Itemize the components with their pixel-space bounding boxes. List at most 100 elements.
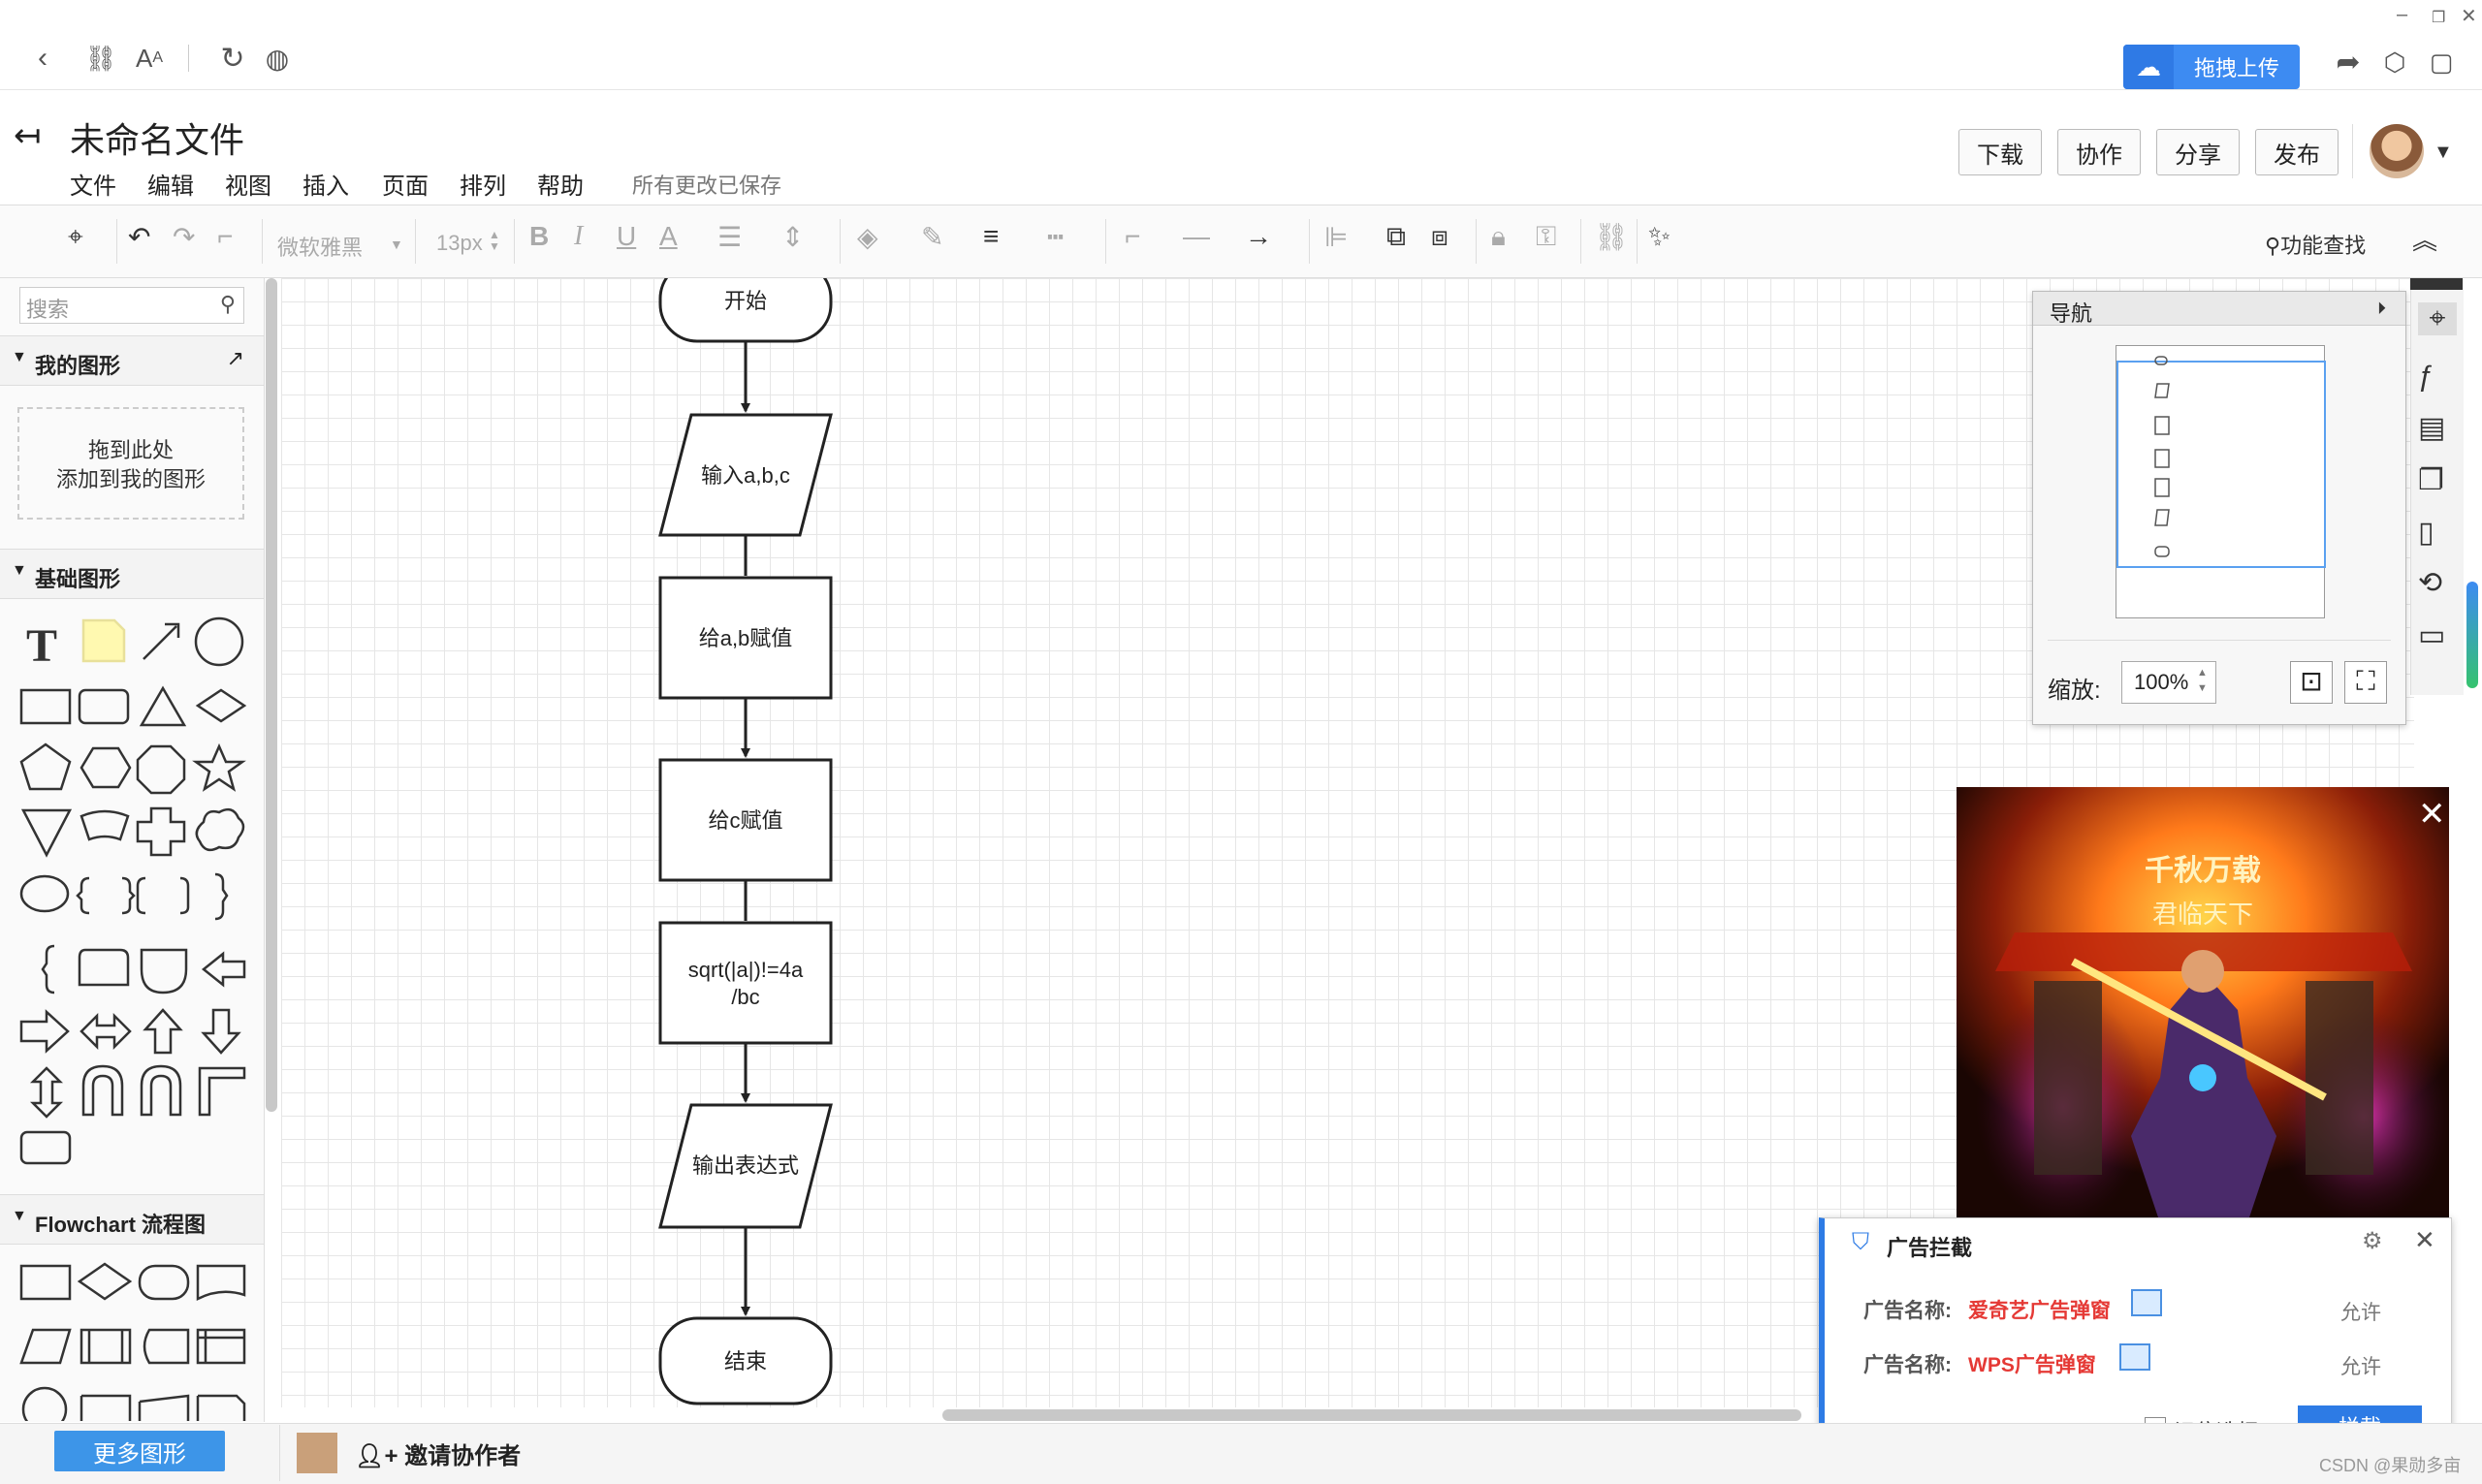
- restore-icon[interactable]: ❐: [2432, 8, 2445, 27]
- back-icon[interactable]: ‹: [23, 39, 62, 78]
- history-icon[interactable]: ⟲: [2418, 566, 2442, 600]
- ad-name-label: 广告名称:: [1863, 1354, 1952, 1376]
- menu-file[interactable]: 文件: [70, 167, 116, 201]
- save-status: 所有更改已保存: [632, 174, 782, 198]
- node-label: /bc: [731, 985, 759, 1009]
- share-arrow-icon[interactable]: ➦: [2329, 43, 2368, 81]
- font-size-icon[interactable]: AA: [130, 39, 169, 78]
- menu-view[interactable]: 视图: [225, 167, 271, 201]
- download-button[interactable]: 下载: [1958, 129, 2042, 175]
- avatar[interactable]: [2370, 124, 2424, 178]
- publish-button[interactable]: 发布: [2255, 129, 2339, 175]
- line-dash-icon[interactable]: ┅: [1047, 221, 1064, 253]
- gear-icon[interactable]: ⚙: [2362, 1227, 2383, 1255]
- allow-option[interactable]: 允许: [2340, 1351, 2381, 1380]
- pages-icon[interactable]: ❐: [2418, 463, 2444, 497]
- link-icon[interactable]: ⛓: [1594, 221, 1629, 253]
- ad-popup-image[interactable]: 千秋万载 君临天下: [1957, 787, 2449, 1223]
- presentation-icon[interactable]: ⊡: [2290, 661, 2333, 704]
- comment-icon[interactable]: ▭: [2418, 618, 2445, 652]
- document-title[interactable]: 未命名文件: [70, 112, 244, 163]
- fill-color-icon[interactable]: ◈: [857, 221, 878, 253]
- divider: [1476, 219, 1477, 264]
- magic-wand-icon[interactable]: ✨︎: [1648, 221, 1671, 253]
- right-scrollbar[interactable]: [2466, 582, 2478, 688]
- menu-insert[interactable]: 插入: [302, 167, 349, 201]
- stepper-icon[interactable]: ▲ ▼: [489, 229, 500, 252]
- drag-upload-button[interactable]: ☁ 拖拽上传: [2123, 45, 2300, 89]
- collapse-icon[interactable]: ︽: [2412, 221, 2437, 257]
- file-icon[interactable]: ▢: [2422, 43, 2461, 81]
- arrow-style-icon[interactable]: →: [1245, 221, 1272, 252]
- shield-icon: ⛉: [1852, 1229, 1869, 1255]
- line-style-icon[interactable]: —: [1183, 221, 1210, 252]
- share-button[interactable]: 分享: [2156, 129, 2240, 175]
- menu-help[interactable]: 帮助: [537, 167, 584, 201]
- invite-label: 邀请协作者: [404, 1443, 522, 1469]
- browser-toolbar: [0, 0, 2482, 90]
- divider: [1105, 219, 1106, 264]
- unlock-icon[interactable]: ⚿: [1536, 221, 1556, 253]
- function-search-label: 功能查找: [2280, 234, 2367, 258]
- image-icon[interactable]: [2131, 1289, 2162, 1316]
- link-icon[interactable]: ⛓: [81, 39, 120, 78]
- align-icon[interactable]: ☰: [717, 221, 742, 253]
- bring-front-icon[interactable]: ⧉: [1386, 221, 1406, 253]
- globe-icon[interactable]: ◍: [258, 39, 297, 78]
- zoom-stepper-icon[interactable]: ▲ ▼: [2197, 665, 2208, 696]
- redo-icon[interactable]: ↷: [173, 221, 195, 253]
- navigator-icon[interactable]: ⌖: [2418, 302, 2457, 335]
- zoom-value: 100%: [2134, 670, 2189, 694]
- close-icon[interactable]: ✕: [2461, 4, 2477, 28]
- more-shapes-button[interactable]: 更多图形: [54, 1431, 225, 1471]
- menu-page[interactable]: 页面: [382, 167, 429, 201]
- undo-icon[interactable]: ↶: [128, 221, 150, 253]
- back-arrow-icon[interactable]: ↤: [14, 116, 42, 155]
- fit-screen-icon[interactable]: ⛶: [2344, 661, 2387, 704]
- font-color-icon[interactable]: A: [659, 221, 678, 252]
- minimize-icon[interactable]: –: [2397, 4, 2407, 26]
- data-icon[interactable]: ▤: [2418, 411, 2445, 445]
- invite-collaborator[interactable]: 👤︎+ 邀请协作者: [355, 1437, 521, 1470]
- align-objects-icon[interactable]: ⊫: [1324, 221, 1348, 253]
- formula-icon[interactable]: ƒ: [2418, 361, 2434, 394]
- ad-close-icon[interactable]: ✕: [2418, 795, 2446, 834]
- avatar[interactable]: [297, 1433, 337, 1473]
- divider: [279, 1425, 280, 1481]
- node-label: 输出表达式: [692, 1153, 799, 1178]
- cloud-icon: ☁: [2123, 45, 2174, 89]
- collapse-right-icon[interactable]: ⏵: [2377, 299, 2386, 319]
- menu-arrange[interactable]: 排列: [460, 167, 506, 201]
- divider: [840, 219, 841, 264]
- allow-option[interactable]: 允许: [2340, 1297, 2381, 1326]
- connector-icon[interactable]: ⌐: [1125, 221, 1140, 252]
- format-painter-icon[interactable]: ⌐: [217, 221, 233, 252]
- nav-viewport[interactable]: [2116, 361, 2326, 568]
- line-color-icon[interactable]: ✎: [921, 221, 943, 253]
- cube-icon[interactable]: ⬡: [2375, 43, 2414, 81]
- divider: [1309, 219, 1310, 264]
- chevron-down-icon[interactable]: ▼: [390, 237, 403, 252]
- line-width-icon[interactable]: ≡: [983, 221, 999, 252]
- canvas-scrollbar[interactable]: [942, 1409, 1801, 1421]
- page-icon[interactable]: ▯: [2418, 516, 2434, 550]
- collaborate-button[interactable]: 协作: [2057, 129, 2141, 175]
- image-icon[interactable]: [2119, 1343, 2150, 1371]
- font-family-select[interactable]: 微软雅黑: [277, 231, 363, 262]
- close-icon[interactable]: ✕: [2414, 1225, 2435, 1255]
- refresh-icon[interactable]: ↻: [213, 39, 252, 78]
- send-back-icon[interactable]: ⧈: [1431, 221, 1448, 253]
- zoom-label: 缩放:: [2048, 678, 2101, 704]
- ad-name-value: WPS广告弹窗: [1968, 1354, 2096, 1376]
- flowchart-diagram[interactable]: 开始 输入a,b,c 给a,b赋值 给c赋值 sqrt(|a|)!=4a /bc…: [0, 278, 970, 1407]
- italic-icon[interactable]: I: [574, 221, 583, 252]
- font-size-select[interactable]: 13px: [436, 231, 483, 256]
- line-spacing-icon[interactable]: ⇕: [781, 221, 804, 253]
- lock-icon[interactable]: 🔒︎: [1491, 221, 1506, 253]
- menu-edit[interactable]: 编辑: [147, 167, 194, 201]
- underline-icon[interactable]: U: [617, 221, 636, 252]
- function-search[interactable]: ⚲功能查找: [2265, 229, 2366, 260]
- chevron-down-icon[interactable]: ▼: [2434, 142, 2453, 164]
- pointer-icon[interactable]: ⌖: [68, 221, 83, 253]
- bold-icon[interactable]: B: [529, 221, 549, 252]
